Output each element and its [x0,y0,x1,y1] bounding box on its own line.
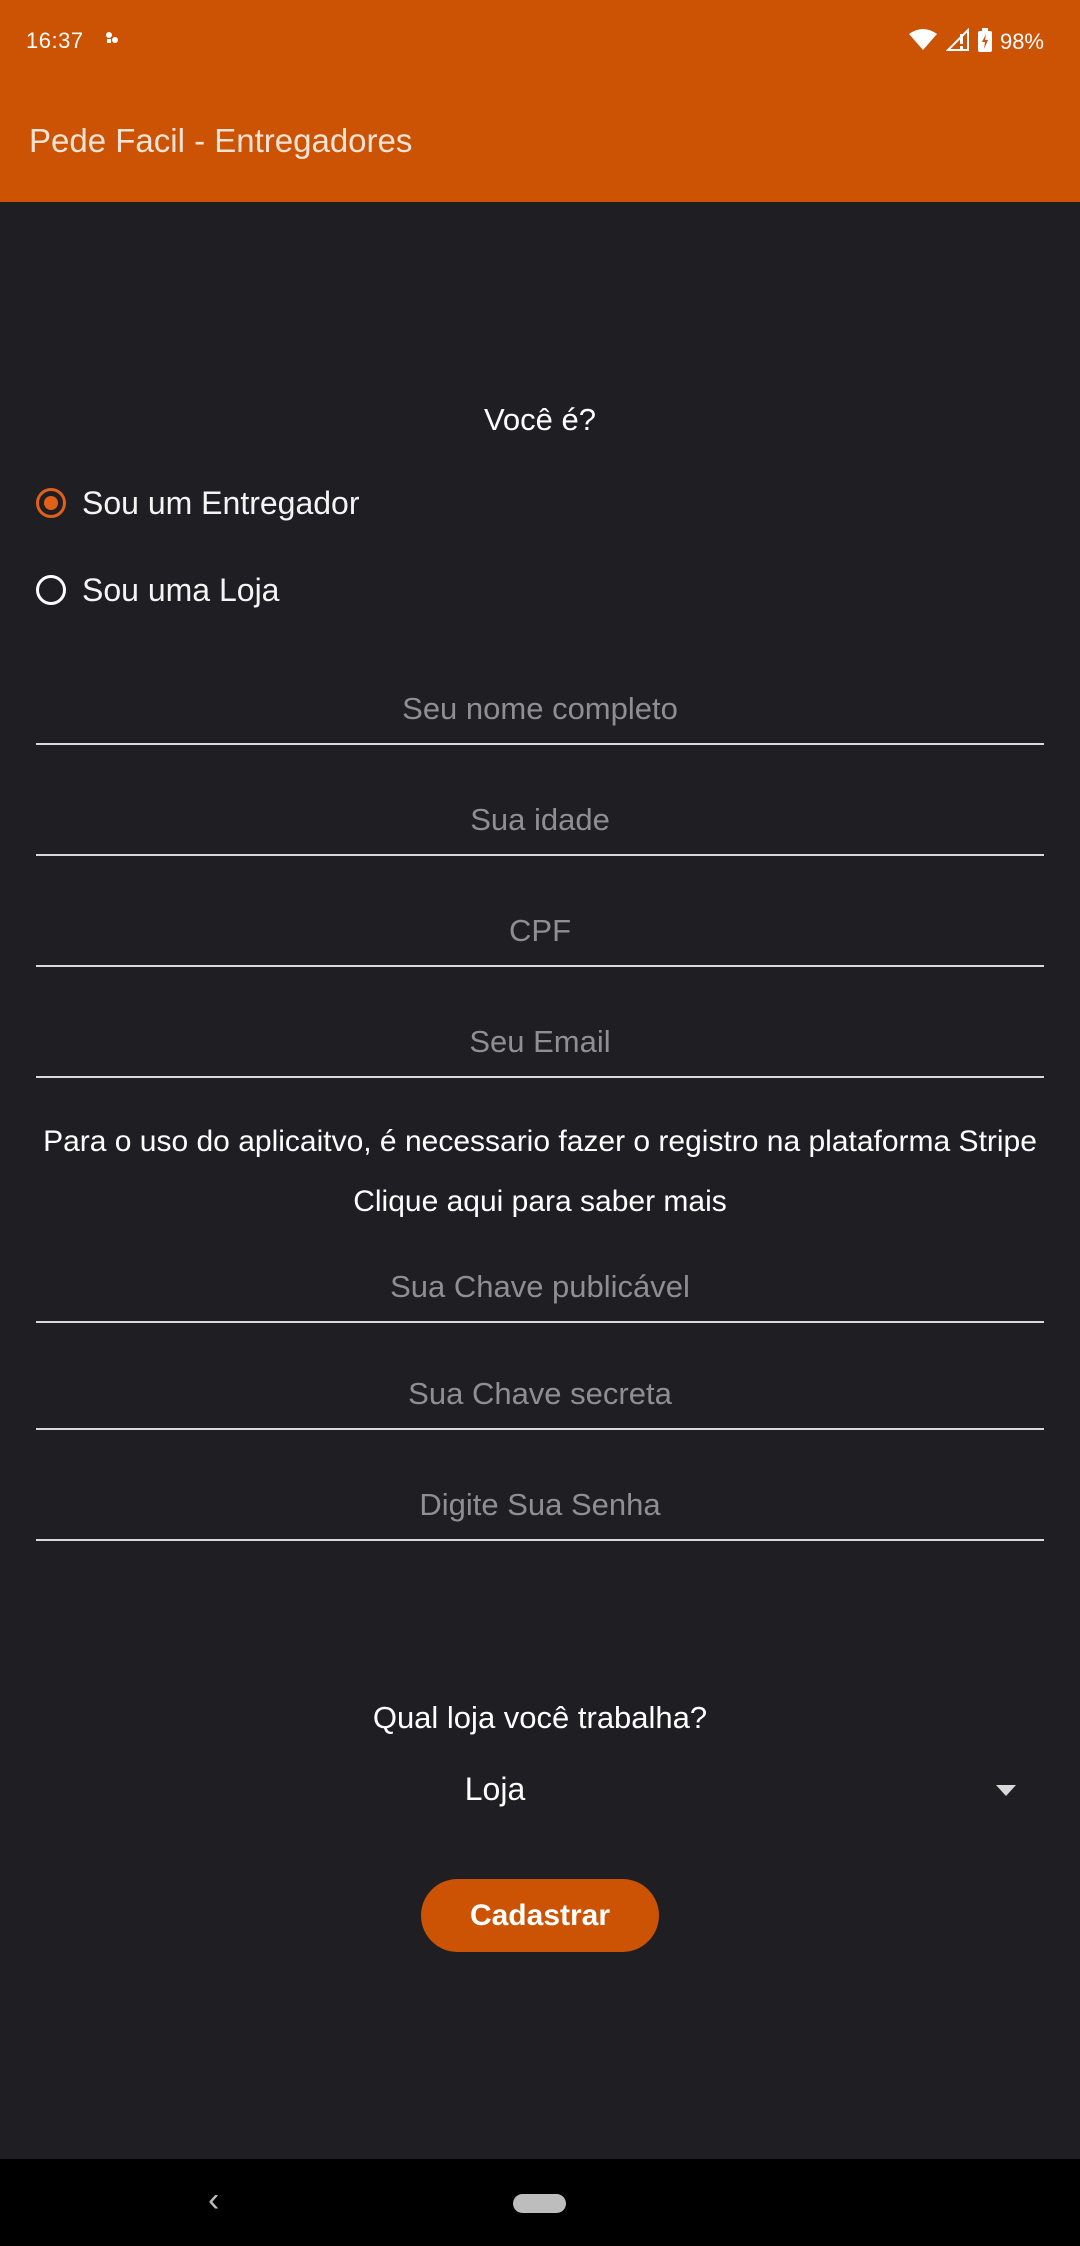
radio-unchecked-icon[interactable] [36,575,66,605]
cpf-input[interactable] [36,897,1044,965]
register-button[interactable]: Cadastrar [421,1879,659,1952]
publishable-key-field[interactable] [36,1253,1044,1323]
password-input[interactable] [36,1471,1044,1539]
age-input[interactable] [36,786,1044,854]
secret-key-input[interactable] [36,1360,1044,1428]
app-title: Pede Facil - Entregadores [29,122,413,159]
radio-label-entregador: Sou um Entregador [82,484,360,521]
role-question: Você é? [483,402,597,437]
name-input[interactable] [36,675,1044,743]
stripe-notice: Para o uso do aplicaitvo, é necessario f… [43,1125,1037,1158]
wifi-icon [908,28,938,57]
email-input[interactable] [36,1008,1044,1076]
notification-icon [102,28,122,54]
status-right: 98% [908,24,1044,60]
publishable-key-input[interactable] [36,1253,1044,1321]
navigation-bar: ‹ [0,2159,1080,2246]
signal-icon [945,27,970,57]
radio-checked-icon[interactable] [36,488,66,518]
radio-label-loja: Sou uma Loja [82,571,280,608]
store-question: Qual loja você trabalha? [372,1700,708,1735]
dropdown-arrow-icon [996,1785,1016,1796]
email-field[interactable] [36,1008,1044,1078]
store-dropdown[interactable]: Loja [36,1757,1044,1827]
status-time: 16:37 [26,28,84,53]
battery-icon [977,27,992,57]
back-icon[interactable]: ‹ [208,2181,219,2220]
cpf-field[interactable] [36,897,1044,967]
age-field[interactable] [36,786,1044,856]
radio-option-loja[interactable]: Sou uma Loja [36,560,279,620]
battery-level: 98% [999,29,1044,54]
secret-key-field[interactable] [36,1360,1044,1430]
password-field[interactable] [36,1471,1044,1541]
name-field[interactable] [36,675,1044,745]
store-selected-value: Loja [464,1771,526,1807]
home-pill-icon[interactable] [513,2194,566,2213]
status-bar: 16:37 98% [0,0,1080,84]
radio-option-entregador[interactable]: Sou um Entregador [36,473,360,533]
app-bar: Pede Facil - Entregadores [0,84,1080,202]
stripe-info-link[interactable]: Clique aqui para saber mais [0,1185,1080,1219]
